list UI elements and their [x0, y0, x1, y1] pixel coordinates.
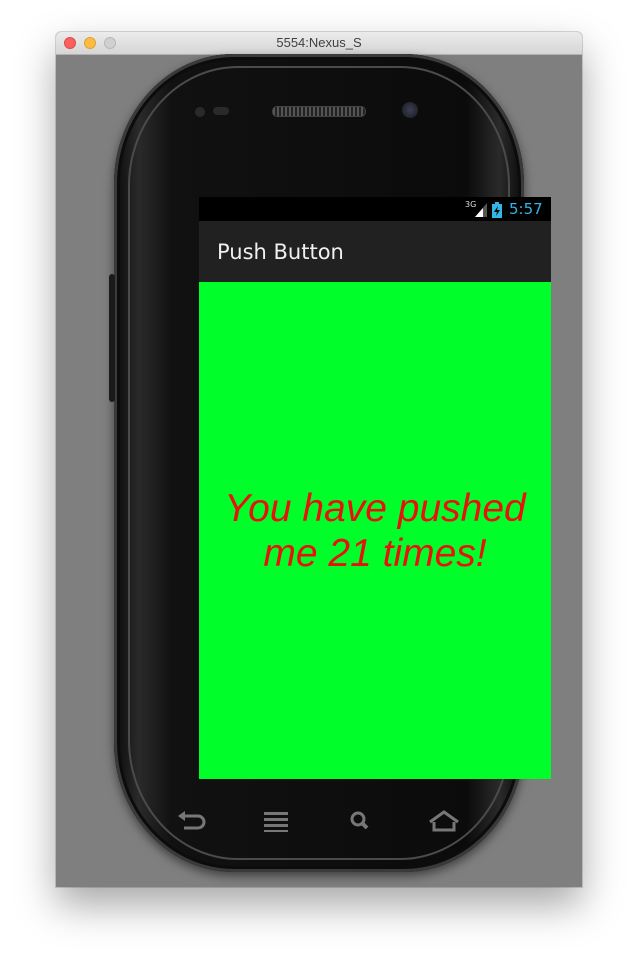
back-icon[interactable]	[172, 806, 212, 836]
status-bar: 3G 5:57	[199, 197, 551, 221]
emulator-window: 5554:Nexus_S 3G 5:57 Push Button You hav…	[56, 32, 582, 887]
front-camera	[402, 102, 418, 118]
action-bar: Push Button	[199, 221, 551, 282]
search-icon[interactable]	[340, 806, 380, 836]
earpiece-speaker	[272, 106, 366, 117]
status-clock: 5:57	[509, 200, 543, 218]
light-sensor	[213, 107, 229, 115]
phone-screen: 3G 5:57 Push Button You have pushed me 2…	[199, 197, 551, 779]
battery-charging-icon	[492, 202, 502, 218]
menu-icon[interactable]	[256, 806, 296, 836]
app-title: Push Button	[217, 240, 344, 264]
home-icon[interactable]	[424, 806, 464, 836]
phone-device-frame: 3G 5:57 Push Button You have pushed me 2…	[109, 54, 551, 872]
signal-strength-icon	[475, 203, 487, 217]
proximity-sensor	[195, 107, 205, 117]
window-title: 5554:Nexus_S	[276, 35, 362, 50]
volume-button[interactable]	[109, 274, 115, 402]
push-button-area[interactable]: You have pushed me 21 times!	[199, 282, 551, 779]
push-count-message[interactable]: You have pushed me 21 times!	[215, 486, 535, 576]
title-bar: 5554:Nexus_S	[56, 32, 582, 55]
